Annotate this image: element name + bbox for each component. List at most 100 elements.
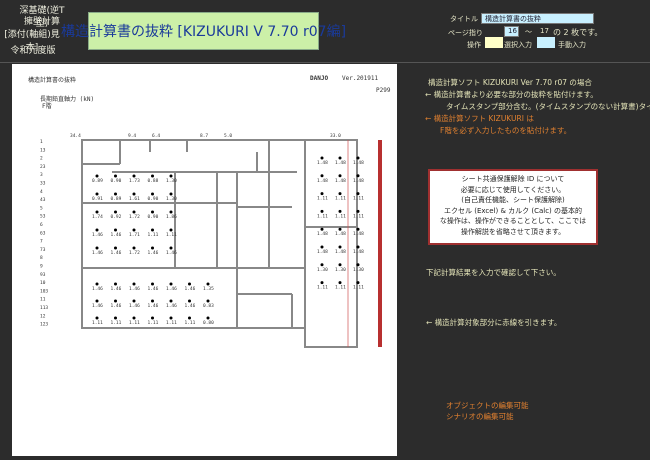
column-dot	[356, 192, 360, 196]
load-value: 1.35	[203, 286, 214, 292]
row-label: 103	[40, 288, 48, 294]
protection-note: シート共通保護解除 ID について 必要に応じて使用してください。 (自己責任機…	[428, 169, 598, 245]
column-dot	[151, 174, 154, 178]
column-dot	[320, 156, 324, 160]
column-dot	[114, 282, 117, 286]
row-label: 10	[40, 280, 46, 286]
column-dot	[151, 299, 154, 303]
load-value: 1.30	[166, 196, 177, 202]
row-label: 53	[40, 214, 46, 220]
load-value: 1.48	[353, 178, 364, 184]
confirm-text: 下記計算結果を入力で確認して下さい。	[426, 268, 561, 277]
object-edit-link[interactable]: オブジェクトの編集可能	[446, 400, 529, 411]
row-label: 43	[40, 197, 46, 203]
load-value: 1.46	[111, 303, 122, 309]
column-dot	[95, 282, 99, 286]
column-dot	[114, 174, 117, 178]
load-value: 1.11	[335, 213, 346, 219]
load-value: 1.11	[353, 196, 364, 202]
select-input-swatch	[485, 37, 503, 48]
column-dot	[356, 281, 360, 285]
right-line1: 構造計算ソフト KIZUKURI Ver 7.70 r07 の場合	[428, 78, 592, 87]
scenario-edit-link[interactable]: シナリオの編集可能	[446, 411, 514, 422]
load-value: 1.46	[92, 303, 103, 309]
row-label: 23	[40, 164, 46, 170]
load-value: 0.89	[92, 178, 103, 184]
right-line3: タイムスタンプ部分含む。(タイムスタンプのない計算書)タイムスタ	[446, 102, 650, 111]
column-dot	[114, 192, 117, 196]
column-dot	[95, 299, 99, 303]
row-label: 4	[40, 189, 43, 195]
column-dot	[320, 174, 324, 178]
row-label: 2	[40, 156, 43, 162]
column-dot	[95, 246, 99, 250]
load-value: 1.48	[335, 178, 346, 184]
column-dot	[356, 227, 360, 231]
column-dot	[320, 263, 324, 267]
column-dot	[338, 227, 342, 231]
note-line: (自己責任機能、シート保護解除)	[461, 196, 565, 204]
column-dot	[320, 281, 324, 285]
column-dot	[169, 228, 173, 232]
load-value: 1.30	[317, 267, 328, 273]
load-value: 1.46	[166, 286, 177, 292]
row-label: 3	[40, 172, 43, 178]
floor-plan: 1132233334435536637738993101031111312123…	[40, 133, 382, 348]
load-value: 1.72	[129, 214, 140, 220]
column-dot	[356, 156, 360, 160]
load-value: 0.83	[203, 303, 214, 309]
select-input-label: 選択入力	[504, 41, 532, 49]
row-label: 12	[40, 313, 46, 319]
top-value: 34.4	[70, 133, 81, 139]
load-value: 1.48	[317, 160, 328, 166]
column-dot	[338, 156, 342, 160]
load-value: 1.11	[92, 320, 103, 326]
column-dot	[338, 263, 342, 267]
column-dot	[95, 316, 99, 320]
column-dot	[151, 210, 154, 214]
column-dot	[356, 245, 360, 249]
column-dot	[151, 246, 154, 250]
column-dot	[206, 299, 210, 303]
page-from-input[interactable]: 16	[504, 26, 519, 37]
load-value: 1.11	[166, 320, 177, 326]
load-value: 1.11	[317, 285, 328, 291]
column-dot	[169, 210, 173, 214]
title-input[interactable]: 構造計算書の抜粋	[481, 13, 594, 24]
row-label: 5	[40, 205, 43, 211]
column-dot	[114, 228, 117, 232]
column-dot	[356, 209, 360, 213]
load-value: 1.46	[148, 286, 159, 292]
load-value: 1.11	[129, 320, 140, 326]
load-value: 1.71	[129, 232, 140, 238]
right-wing-wall	[304, 139, 358, 348]
column-dot	[95, 210, 99, 214]
load-value: 0.88	[148, 178, 159, 184]
column-dot	[114, 246, 117, 250]
load-value: 1.46	[129, 303, 140, 309]
page-of: の 2 枚です。	[553, 28, 603, 37]
load-value: 1.46	[129, 286, 140, 292]
note-line: な操作は、操作ができることとして、ここでは	[439, 217, 587, 225]
column-dot	[114, 299, 117, 303]
load-value: 1.74	[92, 214, 103, 220]
column-dot	[169, 282, 173, 286]
redline-text: ← 構造計算対象部分に赤線を引きます。	[426, 318, 562, 327]
row-label: 93	[40, 272, 46, 278]
load-value: 1.11	[317, 196, 328, 202]
tilde: ～	[525, 28, 532, 36]
column-dot	[151, 282, 154, 286]
row-label: 6	[40, 222, 43, 228]
load-value: 1.48	[353, 160, 364, 166]
load-value: 1.46	[185, 303, 196, 309]
top-value: 33.0	[330, 133, 341, 139]
load-value: 1.48	[335, 160, 346, 166]
column-dot	[338, 174, 342, 178]
row-label: 113	[40, 305, 48, 311]
load-value: 1.11	[335, 285, 346, 291]
title-label: タイトル	[450, 15, 478, 23]
column-dot	[338, 192, 342, 196]
load-value: 1.30	[166, 178, 177, 184]
load-value: 0.90	[148, 214, 159, 220]
column-dot	[356, 263, 360, 267]
